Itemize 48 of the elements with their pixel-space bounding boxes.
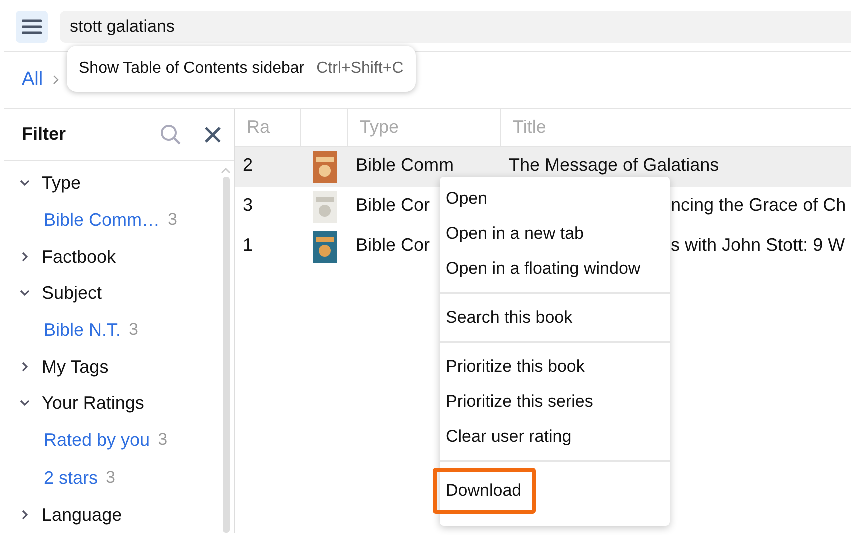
table-cell: ncing the Grace of Ch (671, 195, 846, 216)
filter-group[interactable]: My Tags (4, 349, 218, 385)
menu-item[interactable]: Prioritize this book (440, 349, 591, 384)
chevron-icon (53, 75, 60, 85)
menu-icon (22, 19, 42, 35)
table-cell[interactable]: 1 (235, 227, 301, 267)
close-icon[interactable] (204, 126, 222, 144)
tooltip-label: Show Table of Contents sidebar (79, 60, 305, 78)
table-cell[interactable]: 2 (235, 147, 301, 187)
search-field[interactable]: stott galatians (60, 11, 851, 43)
menu-item[interactable]: Download (433, 468, 536, 514)
menu-item[interactable]: Open (440, 181, 494, 216)
chevron-icon (20, 398, 30, 408)
filter-option[interactable]: Bible Comm… (44, 210, 160, 230)
chevron-icon (20, 252, 30, 262)
count-text: 3 (106, 468, 116, 488)
chevron-icon (20, 510, 30, 520)
count-text: 3 (158, 430, 168, 450)
filter-group[interactable]: Factbook (4, 239, 218, 275)
menu-item[interactable]: Clear user rating (440, 419, 578, 454)
chevron-icon (20, 288, 30, 298)
filter-option[interactable]: 2 stars (44, 468, 98, 488)
table-cell: s with John Stott: 9 W (671, 235, 846, 256)
menu-item[interactable]: Open in a floating window (440, 251, 647, 286)
filter-group[interactable]: Type (4, 165, 218, 201)
table-cell: Bible Cor (356, 195, 430, 216)
menu-item[interactable]: Search this book (440, 300, 579, 335)
filter-option[interactable]: Bible N.T. (44, 320, 122, 340)
menu-item[interactable]: Open in a new tab (440, 216, 590, 251)
table-cell[interactable]: 3 (235, 187, 301, 227)
filter-group[interactable]: Your Ratings (4, 385, 218, 421)
table-cell: Bible Cor (356, 235, 430, 256)
scroll-up-icon[interactable] (220, 167, 232, 175)
table-cell: The Message of Galatians (509, 155, 720, 176)
filter-option[interactable]: Rated by you (44, 430, 150, 450)
filter-title: Filter (22, 124, 68, 145)
filter-group[interactable]: Language (4, 497, 218, 533)
table-cell: Bible Comm (356, 155, 454, 176)
shortcut-text: Ctrl+Shift+C (316, 60, 404, 78)
search-icon[interactable] (160, 124, 182, 146)
chevron-icon (20, 178, 30, 188)
count-text: 3 (168, 210, 178, 230)
menu-button[interactable] (16, 11, 48, 43)
chevron-icon (20, 362, 30, 372)
filter-group[interactable]: Subject (4, 275, 218, 311)
count-text: 3 (129, 320, 138, 340)
menu-item[interactable]: Prioritize this series (440, 384, 600, 419)
breadcrumb-link[interactable]: All (22, 69, 44, 91)
